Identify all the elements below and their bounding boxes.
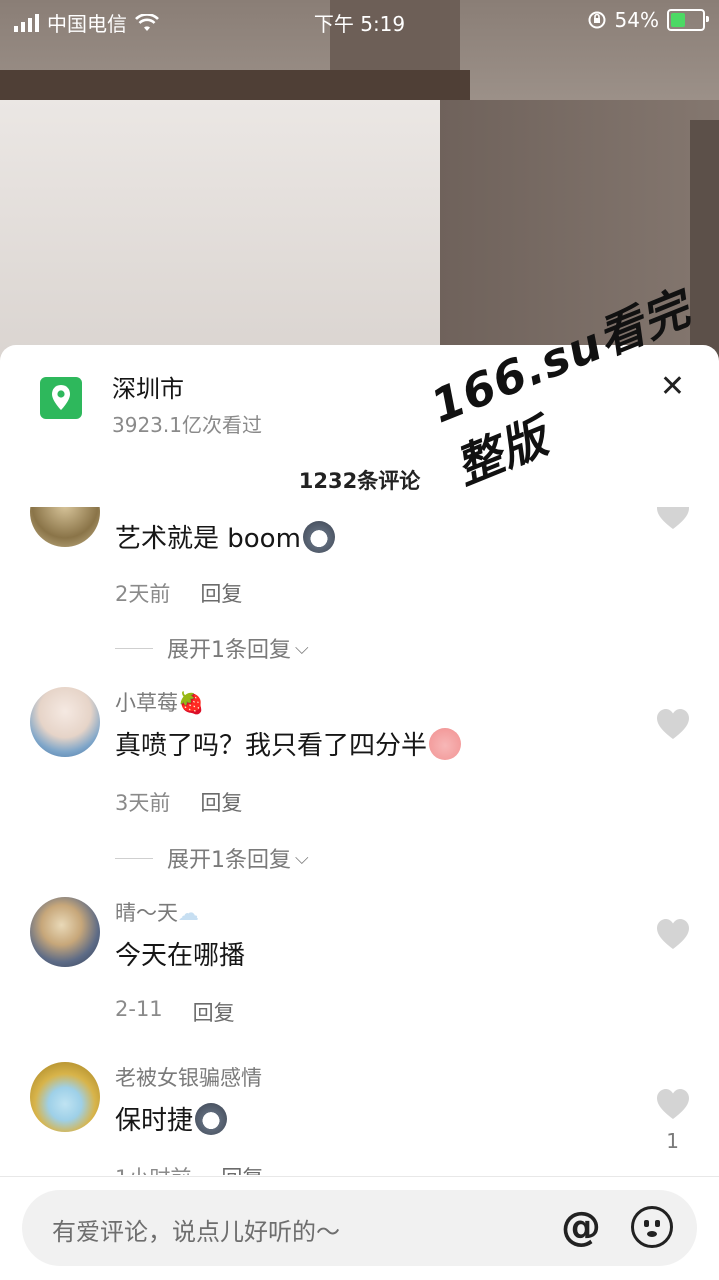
orientation-lock-icon [588,11,606,29]
reply-button[interactable]: 回复 [193,997,235,1027]
chevron-down-icon: ⌵ [295,637,309,659]
comment-meta: 2天前 回复 [115,578,242,608]
battery-percent: 54% [614,8,659,32]
comment-input[interactable]: 有爱评论，说点儿好听的～ @ [22,1190,697,1266]
status-bar: 中国电信 下午 5:19 54% [0,0,719,40]
location-views: 3923.1亿次看过 [112,413,262,437]
comment-text: 今天在哪播 [115,941,246,971]
battery-fill [671,13,686,27]
comment-author[interactable]: 小草莓🍓 [115,687,204,717]
comment-list[interactable]: 艺术就是 boom 2天前 回复 展开1条回复 ⌵ 小草莓🍓 真喷了吗？我只看了四… [0,507,719,1175]
avatar[interactable] [30,687,100,757]
husky-emoji-icon [302,521,335,553]
comment-input-placeholder: 有爱评论，说点儿好听的～ [52,1218,340,1246]
video-wall [0,100,440,380]
comment-meta: 2-11 回复 [115,997,235,1027]
video-shelf [0,70,470,102]
mention-button[interactable]: @ [561,1204,601,1250]
cloud-icon: ☁ [178,901,199,925]
pig-emoji-icon [429,728,462,760]
heart-icon[interactable] [655,1087,691,1123]
comment-count: 1232条评论 [298,469,421,493]
comment-text: 保时捷 [115,1100,228,1137]
status-right: 54% [587,8,709,32]
emoji-icon[interactable] [631,1206,673,1248]
strawberry-icon: 🍓 [178,691,205,715]
comment-date: 1小时前 [115,1162,191,1175]
location-name[interactable]: 深圳市 [112,369,184,404]
expand-replies-button[interactable]: 展开1条回复 ⌵ [115,842,309,874]
divider [0,1176,719,1177]
expand-replies-button[interactable]: 展开1条回复 ⌵ [115,632,309,664]
video-cabinet-edge [690,120,719,380]
comment-date: 2-11 [115,997,163,1021]
battery-icon [667,9,709,31]
comment-date: 3天前 [115,791,171,815]
heart-icon[interactable] [655,917,691,953]
avatar[interactable] [30,1062,100,1132]
heart-icon[interactable] [655,707,691,743]
comments-sheet: 深圳市 3923.1亿次看过 ✕ 1232条评论 艺术就是 boom 2天前 回… [0,345,719,1280]
video-cabinet [440,100,719,380]
comment-author[interactable]: 晴～天☁ [115,897,199,927]
location-pin-icon[interactable] [40,377,82,419]
reply-button[interactable]: 回复 [221,1162,263,1175]
reply-button[interactable]: 回复 [200,787,242,817]
close-button[interactable]: ✕ [660,369,685,404]
avatar[interactable] [30,897,100,967]
video-background [0,0,719,380]
comment-author[interactable]: 老被女银骗感情 [115,1062,262,1092]
chevron-down-icon: ⌵ [295,847,309,869]
comment-meta: 3天前 回复 [115,787,242,817]
comment-text: 真喷了吗？我只看了四分半 [115,725,462,762]
comment-text: 艺术就是 boom [115,518,335,555]
husky-emoji-icon [195,1103,228,1135]
comment-meta: 1小时前 回复 [115,1162,263,1175]
reply-button[interactable]: 回复 [200,578,242,608]
like-count: 1 [666,1129,679,1153]
heart-icon[interactable] [655,507,691,533]
avatar[interactable] [30,507,100,547]
comment-date: 2天前 [115,582,171,606]
